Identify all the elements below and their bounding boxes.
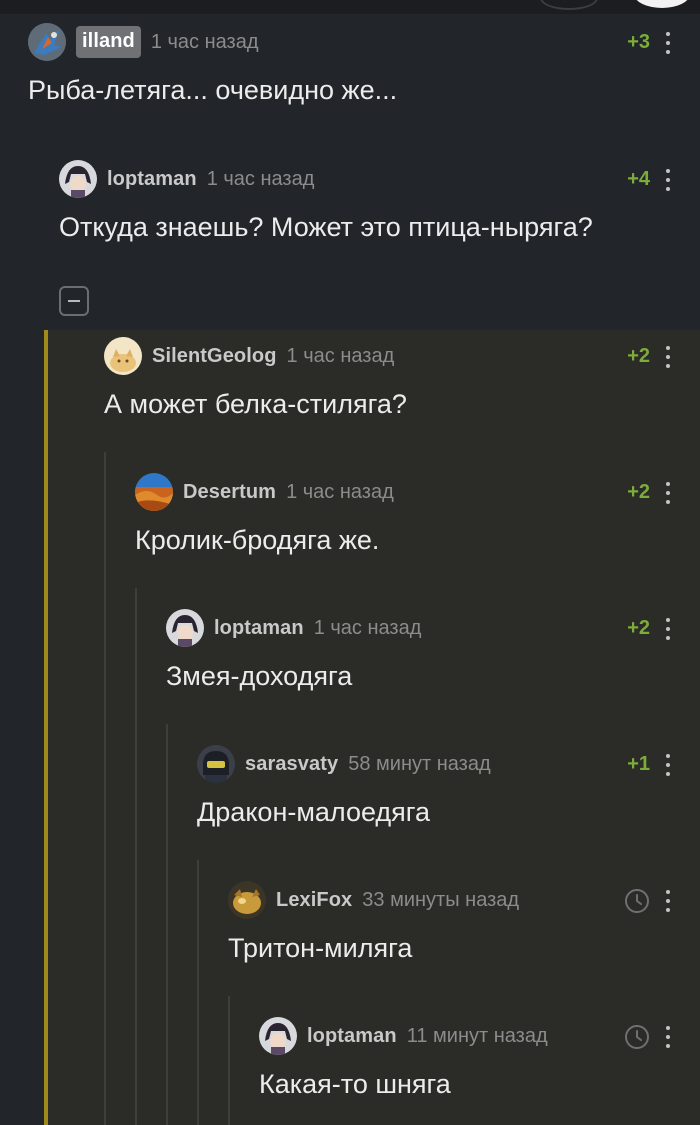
user-avatar[interactable]: [104, 337, 142, 375]
comment-time: 58 минут назад: [348, 752, 491, 775]
rating-score: +2: [627, 617, 650, 639]
comment-text: Рыба-летяга... очевидно же...: [28, 75, 398, 105]
user-avatar[interactable]: [259, 1017, 297, 1055]
highlighted-branch: [46, 330, 700, 1125]
comment: SilentGeolog 1 час назад +2 А может белк…: [104, 337, 678, 437]
username[interactable]: SilentGeolog: [152, 345, 277, 368]
username[interactable]: sarasvaty: [245, 753, 338, 776]
branch-accent-line: [44, 330, 48, 1125]
username[interactable]: Desertum: [183, 481, 276, 504]
more-options-icon[interactable]: [664, 169, 672, 191]
comment-text: Кролик-бродяга же.: [135, 525, 380, 555]
comment-text: Тритон-миляга: [228, 933, 413, 963]
comment: Desertum 1 час назад +2 Кролик-бродяга ж…: [135, 473, 678, 573]
username[interactable]: loptaman: [307, 1025, 397, 1048]
user-avatar[interactable]: [228, 881, 266, 919]
comment: loptaman 1 час назад +2 Змея-доходяга: [166, 609, 678, 709]
comment: LexiFox 33 минуты назад Тритон-миляга: [228, 881, 678, 981]
comment-time: 1 час назад: [206, 167, 315, 190]
comment-text: Дракон-малоедяга: [197, 797, 431, 827]
top-bar: [0, 0, 700, 14]
comment: illand 1 час назад +3 Рыба-летяга... оче…: [28, 23, 678, 123]
clock-icon: [625, 1025, 649, 1049]
more-options-icon[interactable]: [664, 890, 672, 912]
clock-icon: [625, 889, 649, 913]
comment-time: 11 минут назад: [406, 1024, 548, 1047]
thread-line: [166, 724, 168, 1125]
rating-score: +1: [627, 753, 650, 775]
thread-line: [197, 860, 199, 1125]
nav-circle-button[interactable]: [540, 0, 598, 10]
comment: loptaman 1 час назад +4 Откуда знаешь? М…: [59, 160, 678, 260]
rating-score: +2: [627, 345, 650, 367]
more-options-icon[interactable]: [664, 346, 672, 368]
more-options-icon[interactable]: [664, 482, 672, 504]
user-avatar[interactable]: [59, 160, 97, 198]
thread-line: [228, 996, 230, 1125]
comment-text: Змея-доходяга: [166, 661, 353, 691]
more-options-icon[interactable]: [664, 32, 672, 54]
rating-score: +4: [627, 168, 650, 190]
comment-time: 1 час назад: [286, 344, 395, 367]
comment: sarasvaty 58 минут назад +1 Дракон-малое…: [197, 745, 678, 845]
collapse-thread-button[interactable]: [59, 286, 89, 316]
comment-text: Какая-то шняга: [259, 1069, 451, 1099]
user-avatar[interactable]: [135, 473, 173, 511]
rating-score: +2: [627, 481, 650, 503]
user-avatar[interactable]: [166, 609, 204, 647]
thread-line: [104, 452, 106, 1125]
more-options-icon[interactable]: [664, 754, 672, 776]
username[interactable]: loptaman: [107, 168, 197, 191]
more-options-icon[interactable]: [664, 1026, 672, 1048]
comment-time: 33 минуты назад: [362, 888, 520, 911]
thread-line: [135, 588, 137, 1125]
nav-round-button[interactable]: [634, 0, 690, 8]
username[interactable]: illand: [76, 26, 141, 58]
username[interactable]: LexiFox: [276, 889, 352, 912]
comment-time: 1 час назад: [313, 616, 422, 639]
user-avatar[interactable]: [28, 23, 66, 61]
minus-icon: [68, 300, 80, 302]
username[interactable]: loptaman: [214, 617, 304, 640]
comment-time: 1 час назад: [150, 30, 259, 53]
comment: loptaman 11 минут назад Какая-то шняга: [259, 1017, 678, 1117]
user-avatar[interactable]: [197, 745, 235, 783]
comment-time: 1 час назад: [286, 480, 394, 503]
comment-text: Откуда знаешь? Может это птица-ныряга?: [59, 212, 593, 242]
more-options-icon[interactable]: [664, 618, 672, 640]
comment-text: А может белка-стиляга?: [104, 389, 407, 419]
rating-score: +3: [627, 31, 650, 53]
